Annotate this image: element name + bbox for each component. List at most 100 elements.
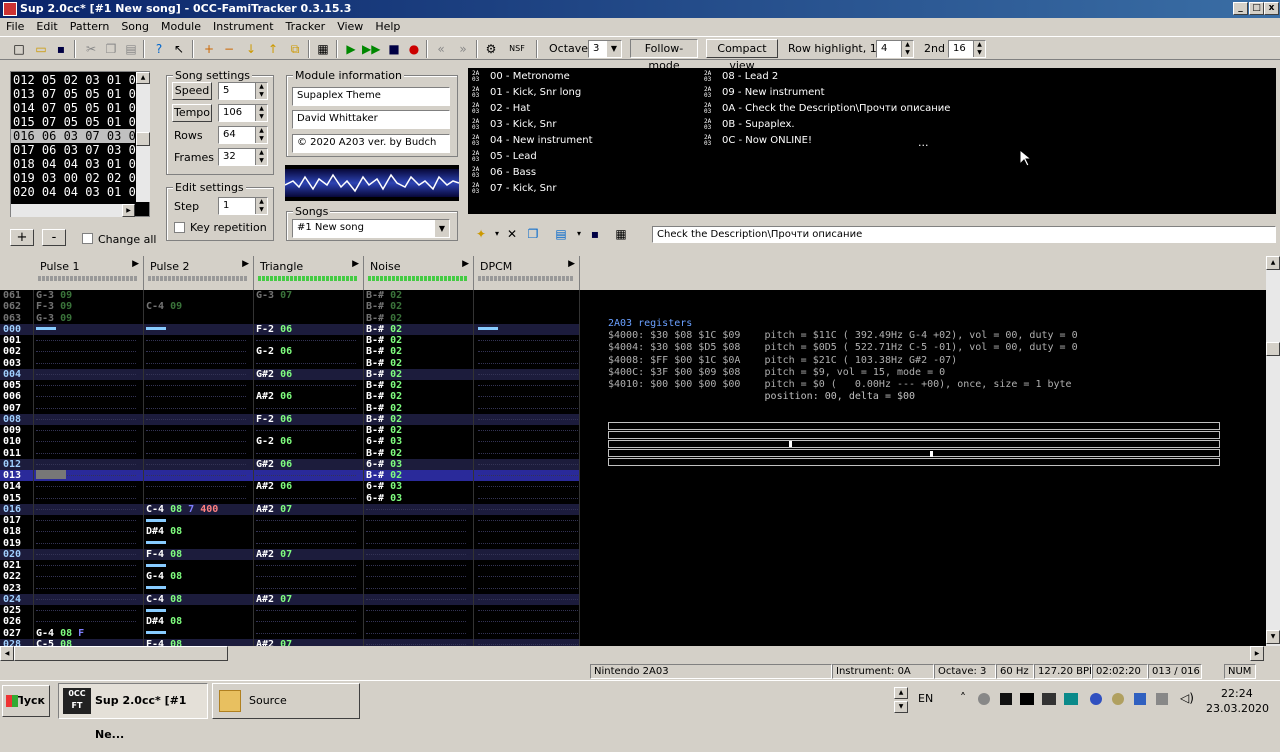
empty-cell[interactable] (36, 531, 136, 533)
empty-cell[interactable] (36, 542, 136, 544)
order-row[interactable]: 019 03 00 02 02 00 (11, 171, 143, 185)
context-help-icon[interactable]: ↖ (170, 40, 188, 58)
empty-cell[interactable] (478, 610, 578, 611)
rows-input[interactable]: 64 ▲ ▼ (218, 126, 268, 144)
table-row[interactable]: 021 (0, 560, 580, 571)
instrument-item[interactable]: 2A 03 04 - New instrument (472, 133, 593, 149)
previous-song-icon[interactable]: « (432, 40, 450, 58)
instrument-item[interactable]: 2A 03 03 - Kick, Snr (472, 117, 556, 133)
channel-header-pulse-2[interactable]: Pulse 2 ▶ (144, 256, 254, 290)
empty-cell[interactable] (36, 385, 136, 386)
menu-edit[interactable]: Edit (30, 18, 63, 36)
pattern-cell[interactable]: B-# 02 (366, 324, 402, 335)
empty-cell[interactable] (478, 396, 578, 398)
empty-cell[interactable] (36, 598, 136, 600)
table-row[interactable]: 006 A#2 06 B-# 02 (0, 391, 580, 402)
pattern-cell[interactable]: B-# 02 (366, 403, 402, 414)
empty-cell[interactable] (146, 362, 246, 364)
empty-cell[interactable] (478, 362, 578, 364)
move-up-icon[interactable]: ↑ (264, 40, 282, 58)
empty-cell[interactable] (146, 452, 246, 454)
pattern-cell[interactable] (146, 583, 166, 594)
tray-monitor-icon[interactable] (1020, 693, 1034, 705)
add-frame-icon[interactable]: + (200, 40, 218, 58)
empty-cell[interactable] (478, 418, 578, 420)
empty-cell[interactable] (366, 553, 466, 555)
table-row[interactable]: 018 D#4 08 (0, 526, 580, 537)
scroll-thumb[interactable] (136, 132, 150, 146)
pattern-rows[interactable]: 061 G-3 09 G-3 07 B-# 02 062 F-3 09 C-4 09 B-# … (0, 290, 580, 646)
tray-app-icon[interactable] (1090, 693, 1102, 705)
tray-app-icon[interactable] (1112, 693, 1124, 705)
empty-cell[interactable] (256, 587, 356, 589)
empty-cell[interactable] (478, 373, 578, 375)
pattern-cell[interactable] (146, 605, 166, 616)
octave-select[interactable]: 3 ▼ (588, 40, 622, 58)
instrument-item[interactable]: 2A 03 00 - Metronome (472, 69, 570, 85)
pattern-cell[interactable]: 6-# 03 (366, 493, 402, 504)
empty-cell[interactable] (366, 576, 466, 578)
empty-cell[interactable] (36, 553, 136, 555)
pattern-cell[interactable] (146, 560, 166, 571)
empty-cell[interactable] (478, 553, 578, 555)
pattern-cell[interactable]: C-4 09 (146, 301, 182, 312)
empty-cell[interactable] (256, 520, 356, 521)
empty-cell[interactable] (146, 418, 246, 420)
pattern-hscroll[interactable]: ◀ ▶ (0, 646, 1280, 662)
pattern-cell[interactable]: F-2 06 (256, 324, 292, 335)
help-icon[interactable]: ? (150, 40, 168, 58)
instrument-item[interactable]: 2A 03 01 - Kick, Snr long (472, 85, 581, 101)
channel-header-triangle[interactable]: Triangle ▶ (254, 256, 364, 290)
pattern-cell[interactable]: 6-# 03 (366, 481, 402, 492)
save-icon[interactable]: ▪ (52, 40, 70, 58)
taskbar-source-folder[interactable]: Source (212, 683, 360, 719)
pattern-cell[interactable]: B-# 02 (366, 301, 402, 312)
menu-song[interactable]: Song (115, 18, 155, 36)
scroll-left-icon[interactable]: ◀ (0, 646, 14, 661)
language-indicator[interactable]: EN (918, 692, 933, 705)
row-highlight-1st-input[interactable]: 4 ▲ ▼ (876, 40, 914, 58)
pattern-cell[interactable]: A#2 06 (256, 481, 292, 492)
order-row[interactable]: 013 07 05 05 01 00 (11, 87, 143, 101)
pattern-cell[interactable]: 6-# 03 (366, 459, 402, 470)
empty-cell[interactable] (478, 452, 578, 454)
frames-input[interactable]: 32 ▲ ▼ (218, 148, 268, 166)
frame-order-list[interactable]: 012 05 02 03 01 00 013 07 05 05 01 00 014 … (10, 71, 150, 217)
pattern-cell[interactable]: A#2 06 (256, 391, 292, 402)
empty-cell[interactable] (478, 587, 578, 589)
save-instrument-icon[interactable]: ▪ (586, 225, 604, 243)
pattern-cell[interactable]: F-4 08 (146, 639, 182, 646)
pattern-cell[interactable]: G#2 06 (256, 459, 292, 470)
table-row[interactable]: 005 B-# 02 (0, 380, 580, 391)
empty-cell[interactable] (36, 373, 136, 375)
module-artist-input[interactable]: David Whittaker (292, 110, 450, 129)
empty-cell[interactable] (146, 430, 246, 431)
menu-pattern[interactable]: Pattern (64, 18, 116, 36)
empty-cell[interactable] (36, 362, 136, 364)
pattern-cell[interactable]: A#2 07 (256, 504, 292, 515)
maximize-button[interactable]: □ (1249, 2, 1264, 15)
instrument-item[interactable]: 2A 03 09 - New instrument (704, 85, 825, 101)
pattern-cell[interactable]: A#2 07 (256, 594, 292, 605)
pattern-cell[interactable]: F-2 06 (256, 414, 292, 425)
scroll-up-icon[interactable]: ▲ (894, 687, 908, 699)
empty-cell[interactable] (366, 610, 466, 611)
order-row[interactable]: 015 07 05 05 01 00 (11, 115, 143, 129)
taskbar-app-famitracker[interactable]: 0CC FT Sup 2.0cc* [#1 Ne... (58, 683, 208, 741)
follow-mode-toggle[interactable]: Follow-mode (630, 39, 698, 72)
spin-arrows-icon[interactable]: ▲ ▼ (255, 83, 267, 99)
empty-cell[interactable] (478, 632, 578, 634)
pattern-cell[interactable]: C-4 08 (146, 594, 182, 605)
spin-arrows-icon[interactable]: ▲ ▼ (901, 41, 913, 57)
pattern-cell[interactable]: G-3 09 (36, 290, 72, 301)
clone-instrument-icon[interactable]: ❐ (524, 225, 542, 243)
menu-file[interactable]: File (0, 18, 30, 36)
table-row[interactable]: 009 B-# 02 (0, 425, 580, 436)
pattern-cell[interactable] (146, 324, 166, 335)
empty-cell[interactable] (478, 340, 578, 341)
menu-view[interactable]: View (331, 18, 369, 36)
pattern-cell[interactable]: B-# 02 (366, 470, 402, 481)
remove-instrument-icon[interactable]: ✕ (503, 225, 521, 243)
empty-cell[interactable] (256, 362, 356, 364)
empty-cell[interactable] (36, 610, 136, 611)
